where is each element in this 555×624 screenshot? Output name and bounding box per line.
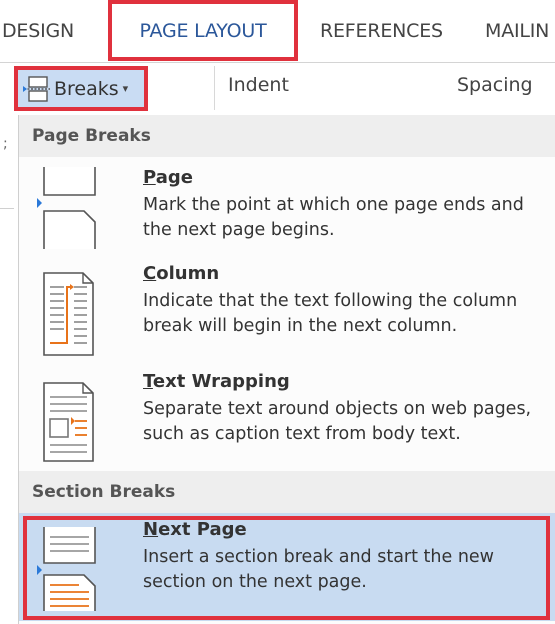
breaks-label: Breaks bbox=[54, 77, 119, 100]
tab-mailings-label: MAILIN bbox=[485, 20, 550, 42]
menu-item-next-page-title: Next Page bbox=[143, 519, 247, 540]
section-breaks-header: Section Breaks bbox=[19, 471, 555, 513]
tab-design[interactable]: DESIGN bbox=[0, 0, 100, 62]
tab-page-layout-label: PAGE LAYOUT bbox=[139, 19, 267, 42]
menu-item-text-wrapping-desc: Separate text around objects on web page… bbox=[143, 399, 532, 444]
menu-item-text-wrapping[interactable]: Text Wrapping Separate text around objec… bbox=[19, 365, 555, 471]
tab-references-label: REFERENCES bbox=[320, 20, 443, 42]
tab-references[interactable]: REFERENCES bbox=[320, 0, 460, 62]
tab-page-layout[interactable]: PAGE LAYOUT bbox=[108, 0, 298, 61]
breaks-dropdown-menu: Page Breaks Page Mark the point at which… bbox=[18, 115, 555, 624]
spacing-label: Spacing bbox=[457, 74, 533, 96]
chevron-down-icon: ▾ bbox=[122, 82, 129, 95]
menu-item-column[interactable]: Column Indicate that the text following … bbox=[19, 257, 555, 365]
tab-mailings[interactable]: MAILIN bbox=[485, 0, 555, 62]
next-page-icon bbox=[37, 527, 96, 611]
breaks-icon bbox=[23, 75, 50, 102]
indent-label: Indent bbox=[228, 74, 289, 96]
page-breaks-header: Page Breaks bbox=[19, 115, 555, 157]
menu-item-column-title: Column bbox=[143, 263, 220, 284]
menu-item-text-wrapping-title: Text Wrapping bbox=[143, 371, 290, 392]
breaks-button[interactable]: Breaks ▾ bbox=[14, 66, 148, 111]
menu-item-page[interactable]: Page Mark the point at which one page en… bbox=[19, 157, 555, 257]
document-edge-mark: ; bbox=[3, 136, 8, 152]
ribbon-separator bbox=[214, 66, 215, 110]
menu-item-column-desc: Indicate that the text following the col… bbox=[143, 291, 518, 336]
text-wrapping-icon bbox=[43, 382, 94, 462]
document-edge bbox=[0, 115, 18, 624]
menu-item-page-title: Page bbox=[143, 167, 193, 188]
menu-item-page-desc: Mark the point at which one page ends an… bbox=[143, 195, 524, 240]
tab-design-label: DESIGN bbox=[2, 20, 75, 42]
column-break-icon bbox=[43, 272, 94, 356]
document-edge-line bbox=[0, 208, 14, 209]
menu-item-next-page-desc: Insert a section break and start the new… bbox=[143, 547, 494, 592]
menu-item-next-page[interactable]: Next Page Insert a section break and sta… bbox=[19, 513, 555, 621]
page-break-icon bbox=[37, 167, 96, 249]
